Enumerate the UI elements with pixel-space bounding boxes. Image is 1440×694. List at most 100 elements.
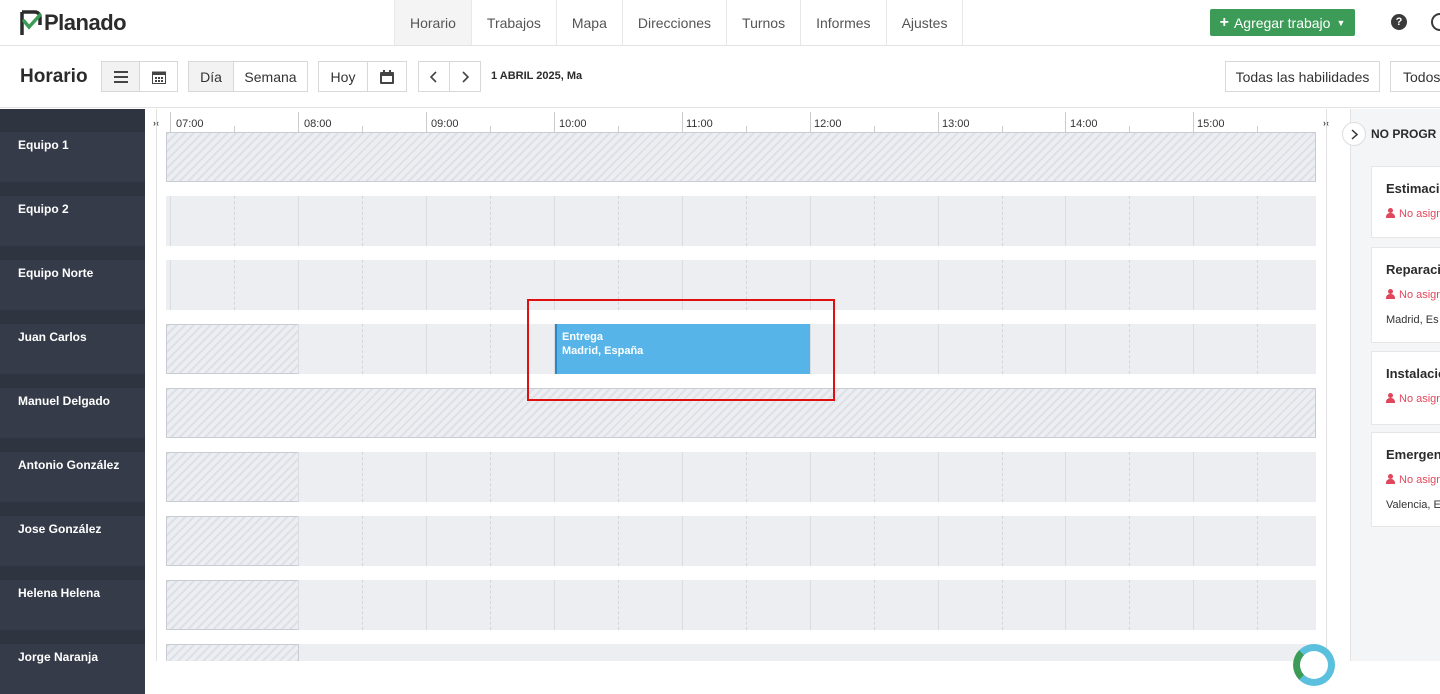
timeline-border-left — [156, 109, 157, 661]
grid-line — [1257, 260, 1258, 310]
next-day-button[interactable] — [449, 61, 481, 92]
schedule-row[interactable] — [166, 132, 1316, 182]
grid-line — [170, 196, 171, 246]
tab-ajustes[interactable]: Ajustes — [885, 0, 964, 45]
list-view-button[interactable] — [101, 61, 140, 92]
hour-tick — [810, 112, 811, 132]
grid-line — [874, 324, 875, 374]
tab-turnos[interactable]: Turnos — [726, 0, 800, 45]
tab-informes[interactable]: Informes — [800, 0, 885, 45]
grid-line — [810, 452, 811, 502]
person-icon — [1386, 474, 1395, 484]
grid-line — [682, 196, 683, 246]
card-address: Valencia, E — [1386, 499, 1440, 511]
grid-line — [490, 196, 491, 246]
clock-icon[interactable] — [1431, 13, 1440, 31]
grid-line — [618, 580, 619, 630]
tab-horario[interactable]: Horario — [394, 0, 471, 45]
grid-line — [874, 452, 875, 502]
hour-tick — [1065, 112, 1066, 132]
progress-widget-icon[interactable] — [1293, 644, 1335, 686]
grid-line — [554, 516, 555, 566]
hour-tick — [298, 112, 299, 132]
day-view-button[interactable]: Día — [188, 61, 234, 92]
planado-logo-icon — [20, 9, 42, 35]
week-view-button[interactable]: Semana — [233, 61, 308, 92]
card-title: Reparaci — [1386, 262, 1440, 277]
schedule-row[interactable] — [166, 644, 1316, 661]
resource-name: Equipo 2 — [18, 202, 69, 216]
card-address: Madrid, Es — [1386, 314, 1439, 326]
previous-day-button[interactable] — [418, 61, 450, 92]
hour-label: 10:00 — [559, 118, 587, 130]
grid-line — [490, 452, 491, 502]
grid-line — [1193, 580, 1194, 630]
grid-line — [234, 196, 235, 246]
resource-name: Jose González — [18, 522, 102, 536]
unscheduled-job-card[interactable]: Reparaci No asign Madrid, Es — [1371, 247, 1440, 343]
grid-line — [490, 324, 491, 374]
person-icon — [1386, 393, 1395, 403]
time-header: 07:00 08:00 09:00 10:00 11:00 12:00 13:0… — [166, 112, 1316, 132]
unscheduled-job-card[interactable]: Emergen No asign Valencia, E — [1371, 432, 1440, 527]
grid-line — [746, 580, 747, 630]
tab-direcciones[interactable]: Direcciones — [621, 0, 726, 45]
schedule-row[interactable] — [166, 452, 1316, 502]
grid-line — [362, 324, 363, 374]
calendar-grid-icon — [151, 71, 166, 84]
unscheduled-job-card[interactable]: Instalacio No asign — [1371, 351, 1440, 425]
grid-line — [746, 516, 747, 566]
grid-line — [874, 516, 875, 566]
grid-line — [1065, 260, 1066, 310]
resource-name: Equipo 1 — [18, 138, 69, 152]
expand-panel-button[interactable] — [1342, 122, 1366, 146]
unscheduled-job-card[interactable]: Estimacio No asign — [1371, 166, 1440, 238]
schedule-row[interactable] — [166, 196, 1316, 246]
grid-line — [1065, 324, 1066, 374]
planado-logo[interactable]: Planado — [18, 8, 127, 38]
grid-line — [618, 452, 619, 502]
grid-line — [1002, 196, 1003, 246]
grid-line — [1257, 196, 1258, 246]
resource-name: Jorge Naranja — [18, 650, 99, 664]
card-assignee: No asign — [1386, 208, 1440, 220]
grid-line — [298, 260, 299, 310]
grid-line — [618, 516, 619, 566]
grid-line — [490, 260, 491, 310]
calendar-view-button[interactable] — [139, 61, 178, 92]
calendar-icon — [380, 69, 394, 84]
schedule-row[interactable] — [166, 580, 1316, 630]
grid-line — [810, 516, 811, 566]
tab-trabajos[interactable]: Trabajos — [470, 0, 556, 45]
date-picker-button[interactable] — [367, 61, 407, 92]
grid-line — [1193, 452, 1194, 502]
hour-label: 07:00 — [176, 118, 204, 130]
chevron-right-icon — [1350, 128, 1358, 140]
unavailable-block — [166, 132, 1316, 182]
grid-line — [938, 324, 939, 374]
unscheduled-title: NO PROGR — [1371, 127, 1437, 141]
resource-column: Equipo 1 Equipo 2 Equipo Norte Juan Carl… — [0, 109, 145, 694]
grid-line — [1129, 516, 1130, 566]
help-icon[interactable]: ? — [1391, 14, 1407, 30]
grid-line — [234, 260, 235, 310]
grid-line — [1065, 516, 1066, 566]
hour-label: 15:00 — [1197, 118, 1225, 130]
grid-line — [426, 260, 427, 310]
grid-line — [426, 196, 427, 246]
grid-line — [1193, 324, 1194, 374]
all-filter[interactable]: Todos — [1390, 61, 1440, 92]
hour-label: 08:00 — [304, 118, 332, 130]
grid-line — [298, 452, 299, 502]
tab-mapa[interactable]: Mapa — [555, 0, 622, 45]
skills-filter[interactable]: Todas las habilidades — [1225, 61, 1380, 92]
add-job-button[interactable]: + Agregar trabajo ▼ — [1210, 9, 1355, 36]
hour-label: 13:00 — [942, 118, 970, 130]
schedule-row[interactable] — [166, 516, 1316, 566]
card-assignee: No asign — [1386, 289, 1440, 301]
grid-line — [1193, 516, 1194, 566]
page-title: Horario — [20, 66, 88, 87]
grid-line — [1065, 580, 1066, 630]
grid-line — [1129, 260, 1130, 310]
today-button[interactable]: Hoy — [318, 61, 368, 92]
